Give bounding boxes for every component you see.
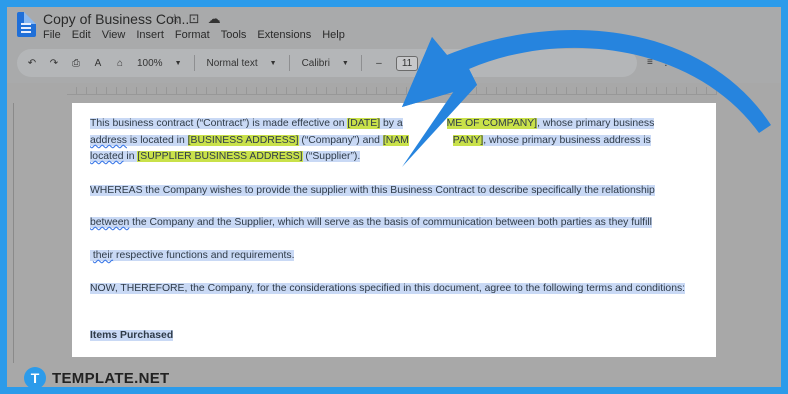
logo-mark: T <box>24 367 46 387</box>
heading-text: Items Purchased <box>90 330 174 341</box>
folder-move-icon[interactable]: ⊡ <box>189 11 200 27</box>
toolbar-divider <box>452 55 454 71</box>
print-icon[interactable]: ⎙ <box>71 58 81 69</box>
spelling-flagged-word: between <box>90 217 130 228</box>
spelling-flagged-word: located <box>90 151 124 162</box>
redo-icon[interactable]: ↷ <box>49 58 59 69</box>
paint-format-icon[interactable]: ⌂ <box>115 58 125 69</box>
increase-font-size-button[interactable]: + <box>430 58 440 69</box>
menu-help[interactable]: Help <box>322 29 345 41</box>
checklist-icon[interactable]: ⋮≡ <box>661 57 677 68</box>
chevron-down-icon: ▼ <box>269 59 277 67</box>
menu-extensions[interactable]: Extensions <box>257 29 311 41</box>
menu-view[interactable]: View <box>102 29 126 41</box>
menu-file[interactable]: File <box>43 29 61 41</box>
screenshot-frame: Copy of Business Con.. ☆ ⊡ ☁ File Edit V… <box>0 0 788 394</box>
spelling-flagged-word: their <box>92 250 114 261</box>
placeholder-date: [DATE] <box>347 118 381 129</box>
paragraph-line: their respective functions and requireme… <box>90 248 295 263</box>
paragraph-line: This business contract (“Contract”) is m… <box>90 116 655 131</box>
decrease-font-size-button[interactable]: – <box>374 58 384 69</box>
toolbar-right-icons: ≡ ⋮≡ ≡ <box>647 57 691 68</box>
menu-bar: File Edit View Insert Format Tools Exten… <box>43 29 345 41</box>
toolbar-divider <box>360 55 362 71</box>
vertical-ruler[interactable] <box>13 103 14 363</box>
body-text: , whose primary business address is <box>483 135 651 146</box>
body-text: respective functions and requirements. <box>113 250 295 261</box>
spelling-flagged-word: address <box>90 135 127 146</box>
template-net-logo: T TEMPLATE.NET <box>24 367 170 387</box>
body-text: in <box>123 151 138 162</box>
body-text: NOW, THEREFORE, the Company, for the con… <box>90 283 686 294</box>
title-icons: ☆ ⊡ ☁ <box>169 11 221 27</box>
section-heading: Items Purchased <box>90 328 174 343</box>
formatting-toolbar: ↶ ↷ ⎙ A ⌂ 100% ▼ Normal text ▼ Calibri ▼… <box>17 49 637 77</box>
paragraph-line: NOW, THEREFORE, the Company, for the con… <box>90 281 686 296</box>
style-value: Normal text <box>206 57 258 69</box>
style-select[interactable]: Normal text ▼ <box>207 58 277 69</box>
zoom-select[interactable]: 100% ▼ <box>137 58 182 69</box>
placeholder-company-name: ME OF COMPANY] <box>446 118 538 129</box>
menu-format[interactable]: Format <box>175 29 210 41</box>
paragraph-line: WHEREAS the Company wishes to provide th… <box>90 183 655 198</box>
google-docs-icon[interactable] <box>17 12 36 37</box>
bulleted-list-icon[interactable]: ≡ <box>685 57 691 68</box>
font-size-input[interactable]: 11 <box>395 55 419 71</box>
toolbar-divider <box>193 55 195 71</box>
font-value: Calibri <box>301 57 330 69</box>
align-icon[interactable]: ≡ <box>647 57 653 68</box>
placeholder-supplier-name: [NAM <box>382 135 409 146</box>
cloud-status-icon[interactable]: ☁ <box>208 11 221 27</box>
chevron-down-icon: ▼ <box>341 59 349 67</box>
body-text: WHEREAS the Company wishes to provide th… <box>90 185 655 196</box>
document-page[interactable]: This business contract (“Contract”) is m… <box>72 103 716 357</box>
font-select[interactable]: Calibri ▼ <box>302 58 349 69</box>
body-text: This business contract (“Contract”) is m… <box>90 118 348 129</box>
body-text: by a <box>380 118 403 129</box>
placeholder-business-address: [BUSINESS ADDRESS] <box>187 135 299 146</box>
menu-edit[interactable]: Edit <box>72 29 91 41</box>
horizontal-ruler[interactable] <box>67 87 717 95</box>
document-title[interactable]: Copy of Business Con.. <box>43 11 189 27</box>
zoom-value: 100% <box>137 57 163 69</box>
undo-icon[interactable]: ↶ <box>27 58 37 69</box>
body-text: is located in <box>126 135 188 146</box>
placeholder-supplier-address: [SUPPLIER BUSINESS ADDRESS] <box>137 151 303 162</box>
paragraph-line: between the Company and the Supplier, wh… <box>90 215 652 230</box>
body-text: (“Supplier”). <box>302 151 361 162</box>
toolbar-divider <box>288 55 290 71</box>
body-text: (“Company”) and <box>298 135 383 146</box>
placeholder-supplier-name: PANY] <box>452 135 484 146</box>
logo-text: TEMPLATE.NET <box>52 369 170 387</box>
menu-tools[interactable]: Tools <box>221 29 247 41</box>
spellcheck-icon[interactable]: A <box>93 58 103 69</box>
bold-button[interactable]: B <box>465 58 475 69</box>
docs-header: Copy of Business Con.. ☆ ⊡ ☁ File Edit V… <box>7 7 781 83</box>
chevron-down-icon: ▼ <box>174 59 182 67</box>
body-text: , whose primary business <box>537 118 655 129</box>
star-icon[interactable]: ☆ <box>169 11 181 27</box>
menu-insert[interactable]: Insert <box>136 29 164 41</box>
body-text: the Company and the Supplier, which will… <box>129 217 652 228</box>
paragraph-line: located in [SUPPLIER BUSINESS ADDRESS] (… <box>90 149 361 164</box>
paragraph-line: address is located in [BUSINESS ADDRESS]… <box>90 133 651 148</box>
